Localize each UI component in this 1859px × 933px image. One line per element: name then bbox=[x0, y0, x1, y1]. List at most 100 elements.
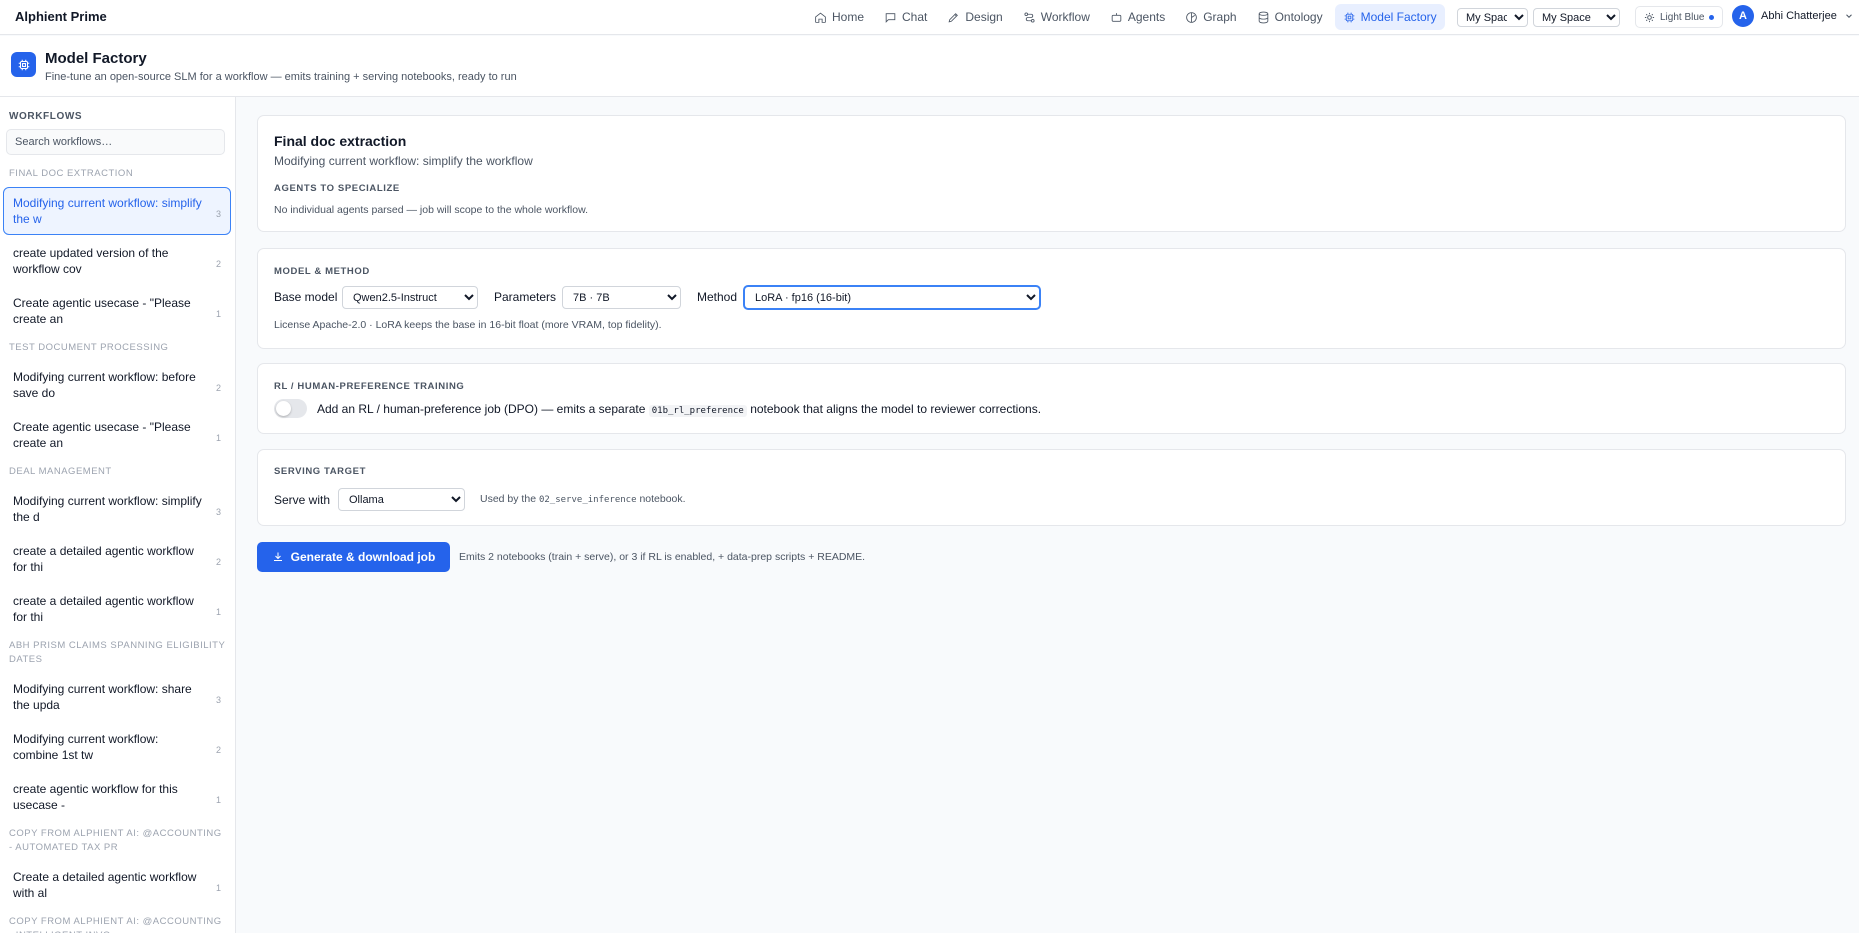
nav-workflow[interactable]: Workflow bbox=[1015, 4, 1098, 30]
user-menu[interactable]: A Abhi Chatterjee bbox=[1732, 5, 1854, 27]
nav-chat[interactable]: Chat bbox=[876, 4, 935, 30]
generate-note: Emits 2 notebooks (train + serve), or 3 … bbox=[459, 551, 866, 563]
user-name: Abhi Chatterjee bbox=[1761, 10, 1837, 22]
generate-download-button[interactable]: Generate & download job bbox=[257, 542, 450, 572]
workflow-group-label: COPY FROM ALPHIENT AI: @ACCOUNTING - AUT… bbox=[9, 828, 222, 853]
workflow-item-title: Create agentic usecase - "Please create … bbox=[13, 296, 191, 326]
workflow-card: Final doc extraction Modifying current w… bbox=[257, 115, 1846, 232]
model-method-heading: MODEL & METHOD bbox=[274, 266, 370, 277]
rl-training-card: RL / HUMAN-PREFERENCE TRAINING Add an RL… bbox=[257, 363, 1846, 434]
workflow-list-item[interactable]: Modifying current workflow: share the up… bbox=[3, 673, 231, 721]
workflow-item-count: 2 bbox=[215, 745, 221, 755]
workflow-item-title: create a detailed agentic workflow for t… bbox=[13, 594, 194, 624]
pen-icon bbox=[948, 12, 959, 22]
method-select[interactable]: LoRA · fp16 (16-bit) bbox=[744, 286, 1040, 309]
workflow-group-label: DEAL MANAGEMENT bbox=[9, 466, 112, 477]
rl-toggle[interactable] bbox=[274, 399, 307, 418]
workflow-list-item[interactable]: create a detailed agentic workflow for t… bbox=[3, 585, 231, 633]
workflow-item-title: create a detailed agentic workflow for t… bbox=[13, 544, 194, 574]
serve-notebook-code: 02_serve_inference bbox=[538, 495, 637, 505]
serve-with-label: Serve with bbox=[274, 493, 331, 507]
parameters-label: Parameters bbox=[494, 290, 557, 304]
workflow-list-item[interactable]: Create agentic usecase - "Please create … bbox=[3, 411, 231, 459]
nav-home[interactable]: Home bbox=[806, 4, 872, 30]
nav-label: Chat bbox=[902, 10, 928, 24]
theme-toggle[interactable]: Light Blue bbox=[1635, 6, 1724, 28]
base-model-select[interactable]: Qwen2.5-Instruct bbox=[342, 286, 478, 309]
nav-label: Model Factory bbox=[1360, 10, 1437, 24]
nav-label: Design bbox=[965, 10, 1003, 24]
workflow-item-title: Modifying current workflow: before save … bbox=[13, 370, 196, 400]
space-select-secondary[interactable]: My Space bbox=[1533, 8, 1620, 27]
workflow-item-count: 3 bbox=[215, 209, 221, 219]
workflow-title: Final doc extraction bbox=[274, 133, 407, 149]
workflow-list-item[interactable]: Modifying current workflow: before save … bbox=[3, 361, 231, 409]
model-method-card: MODEL & METHOD Base model Qwen2.5-Instru… bbox=[257, 248, 1846, 349]
graph-icon bbox=[1186, 11, 1198, 23]
rl-text-after: notebook that aligns the model to review… bbox=[750, 402, 1042, 416]
parameters-select[interactable]: 7B · 7B bbox=[562, 286, 681, 309]
rl-text-before: Add an RL / human-preference job (DPO) —… bbox=[317, 402, 646, 416]
workflow-list-item[interactable]: create updated version of the workflow c… bbox=[3, 237, 231, 285]
sidebar-heading: WORKFLOWS bbox=[9, 111, 83, 122]
workflow-icon bbox=[1024, 11, 1035, 23]
workflow-list-item[interactable]: Modifying current workflow: simplify the… bbox=[3, 485, 231, 533]
workflow-list-item[interactable]: create agentic workflow for this usecase… bbox=[3, 773, 231, 821]
workflow-item-title: Create agentic usecase - "Please create … bbox=[13, 420, 191, 450]
workflow-item-title: Modifying current workflow: simplify the… bbox=[13, 494, 202, 524]
brand-logo[interactable]: Alphient Prime bbox=[15, 9, 107, 24]
cpu-icon bbox=[11, 52, 36, 77]
avatar: A bbox=[1732, 5, 1754, 27]
nav-label: Graph bbox=[1203, 10, 1237, 24]
nav-model-factory[interactable]: Model Factory bbox=[1334, 4, 1445, 30]
workflow-item-title: create agentic workflow for this usecase… bbox=[13, 782, 178, 812]
workflow-item-count: 2 bbox=[215, 383, 221, 393]
workflow-item-count: 3 bbox=[215, 507, 221, 517]
serving-note-after: notebook. bbox=[639, 493, 686, 505]
workflow-item-count: 2 bbox=[215, 259, 221, 269]
workflow-item-count: 2 bbox=[215, 557, 221, 567]
theme-label: Light Blue bbox=[1660, 11, 1705, 23]
workflow-list-item[interactable]: Modifying current workflow: combine 1st … bbox=[3, 723, 231, 771]
rl-description: Add an RL / human-preference job (DPO) —… bbox=[317, 402, 1042, 417]
bot-icon bbox=[1111, 12, 1122, 22]
workflow-item-title: create updated version of the workflow c… bbox=[13, 246, 169, 276]
download-icon bbox=[273, 552, 282, 561]
agents-note: No individual agents parsed — job will s… bbox=[274, 204, 589, 216]
workflow-list: FINAL DOC EXTRACTION Modifying current wo… bbox=[0, 163, 235, 933]
main-nav: Home Chat Design Workflow Agents Graph Ontolog… bbox=[806, 4, 1445, 30]
workflow-item-count: 1 bbox=[215, 309, 221, 319]
agents-heading: AGENTS TO SPECIALIZE bbox=[274, 183, 400, 194]
home-icon bbox=[815, 12, 826, 23]
workflow-item-title: Modifying current workflow: share the up… bbox=[13, 682, 192, 712]
space-select-primary[interactable]: My Space bbox=[1457, 8, 1528, 27]
rl-notebook-code: 01b_rl_preference bbox=[648, 405, 747, 417]
workflow-group-label: TEST DOCUMENT PROCESSING bbox=[9, 342, 169, 353]
search-input[interactable] bbox=[6, 129, 225, 155]
nav-design[interactable]: Design bbox=[939, 4, 1010, 30]
nav-graph[interactable]: Graph bbox=[1177, 4, 1244, 30]
serve-with-select[interactable]: Ollama bbox=[338, 488, 465, 511]
workflow-group-label: COPY FROM ALPHIENT AI: @ACCOUNTING - INT… bbox=[9, 916, 222, 933]
workflow-list-item[interactable]: Modifying current workflow: simplify the… bbox=[3, 187, 231, 235]
page-subtitle: Fine-tune an open-source SLM for a workf… bbox=[45, 71, 517, 83]
workflow-subtitle: Modifying current workflow: simplify the… bbox=[274, 154, 533, 168]
workflow-item-title: Create a detailed agentic workflow with … bbox=[13, 870, 197, 900]
workflow-item-title: Modifying current workflow: simplify the… bbox=[13, 196, 202, 226]
workflow-item-count: 1 bbox=[215, 433, 221, 443]
rl-heading: RL / HUMAN-PREFERENCE TRAINING bbox=[274, 381, 465, 392]
license-note: License Apache-2.0 · LoRA keeps the base… bbox=[274, 319, 662, 331]
workflow-list-item[interactable]: Create agentic usecase - "Please create … bbox=[3, 287, 231, 335]
workflow-item-count: 3 bbox=[215, 695, 221, 705]
nav-label: Home bbox=[832, 10, 865, 24]
sun-icon bbox=[1644, 12, 1655, 22]
workflow-group-label: FINAL DOC EXTRACTION bbox=[9, 168, 134, 179]
workflow-list-item[interactable]: create a detailed agentic workflow for t… bbox=[3, 535, 231, 583]
workflow-list-item[interactable]: Create a detailed agentic workflow with … bbox=[3, 861, 231, 909]
nav-agents[interactable]: Agents bbox=[1102, 4, 1173, 30]
nav-ontology[interactable]: Ontology bbox=[1249, 4, 1331, 30]
workflow-sidebar: WORKFLOWS FINAL DOC EXTRACTION Modifying … bbox=[0, 97, 236, 933]
chevron-down-icon bbox=[1845, 14, 1852, 18]
theme-indicator-dot bbox=[1709, 14, 1715, 20]
nav-label: Agents bbox=[1127, 10, 1166, 24]
